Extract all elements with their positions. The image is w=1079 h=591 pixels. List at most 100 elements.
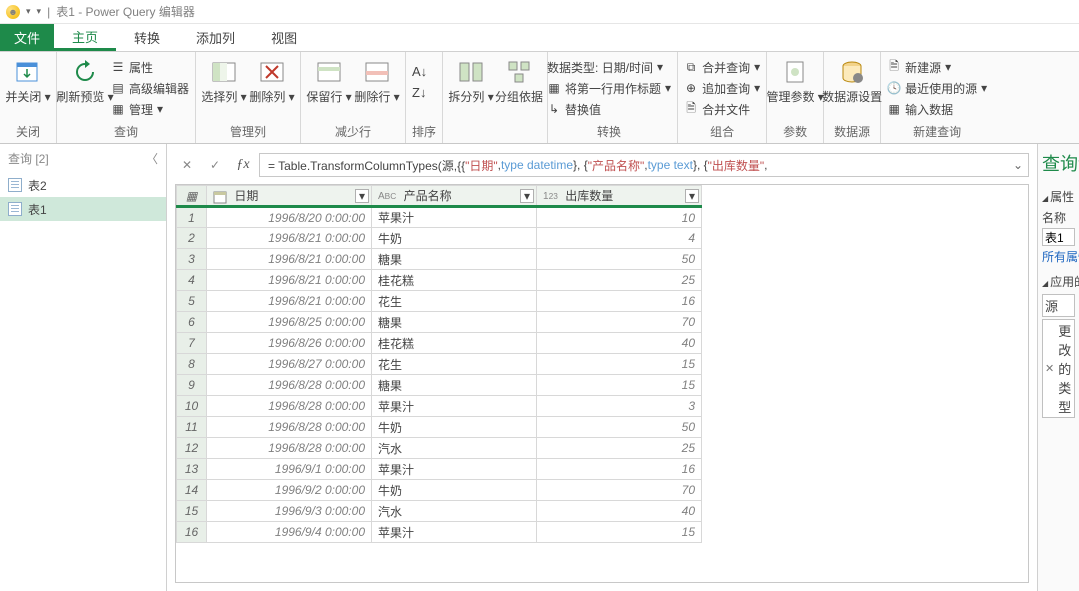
cell-product[interactable]: 苹果汁	[372, 459, 537, 480]
cell-product[interactable]: 牛奶	[372, 480, 537, 501]
keep-rows-button[interactable]: 保留行 ▾	[307, 56, 351, 104]
formula-input[interactable]: = Table.TransformColumnTypes(源,{{"日期", t…	[259, 153, 1029, 177]
filter-icon[interactable]: ▾	[355, 189, 369, 203]
append-queries-button[interactable]: ⊕追加查询 ▾	[684, 79, 760, 97]
corner-cell[interactable]: ▦	[177, 186, 207, 207]
table-row[interactable]: 131996/9/1 0:00:00苹果汁16	[177, 459, 702, 480]
row-header[interactable]: 7	[177, 333, 207, 354]
cell-date[interactable]: 1996/8/21 0:00:00	[207, 228, 372, 249]
advanced-editor-button[interactable]: ▤高级编辑器	[111, 79, 189, 97]
cell-product[interactable]: 牛奶	[372, 228, 537, 249]
queries-collapse-icon[interactable]: 〈	[146, 150, 158, 167]
cell-date[interactable]: 1996/8/28 0:00:00	[207, 438, 372, 459]
row-header[interactable]: 6	[177, 312, 207, 333]
cell-qty[interactable]: 25	[537, 270, 702, 291]
sort-desc-button[interactable]: Z↓	[412, 83, 427, 101]
tab-home[interactable]: 主页	[54, 24, 116, 51]
cell-qty[interactable]: 70	[537, 312, 702, 333]
cell-date[interactable]: 1996/8/28 0:00:00	[207, 417, 372, 438]
cell-qty[interactable]: 16	[537, 459, 702, 480]
tab-transform[interactable]: 转换	[116, 24, 178, 51]
cell-qty[interactable]: 50	[537, 417, 702, 438]
delete-step-icon[interactable]: ✕	[1045, 362, 1054, 375]
table-row[interactable]: 151996/9/3 0:00:00汽水40	[177, 501, 702, 522]
cell-product[interactable]: 牛奶	[372, 417, 537, 438]
tab-file[interactable]: 文件	[0, 24, 54, 51]
data-grid[interactable]: ▦ 日期 ▾ ABC 产品名称 ▾ 123	[175, 184, 1029, 583]
remove-rows-button[interactable]: 删除行 ▾	[355, 56, 399, 104]
table-row[interactable]: 31996/8/21 0:00:00糖果50	[177, 249, 702, 270]
all-properties-link[interactable]: 所有属性	[1042, 246, 1075, 267]
cell-qty[interactable]: 16	[537, 291, 702, 312]
table-row[interactable]: 61996/8/25 0:00:00糖果70	[177, 312, 702, 333]
formula-expand-icon[interactable]: ⌄	[1010, 156, 1026, 174]
column-header-date[interactable]: 日期 ▾	[207, 186, 372, 207]
tab-addcolumn[interactable]: 添加列	[178, 24, 253, 51]
cell-date[interactable]: 1996/9/1 0:00:00	[207, 459, 372, 480]
section-properties[interactable]: 属性	[1042, 182, 1075, 207]
cell-date[interactable]: 1996/8/21 0:00:00	[207, 291, 372, 312]
cell-product[interactable]: 桂花糕	[372, 333, 537, 354]
row-header[interactable]: 10	[177, 396, 207, 417]
formula-cancel-button[interactable]: ✕	[175, 153, 199, 177]
combine-files-button[interactable]: 🗎合并文件	[684, 100, 760, 118]
query-item-0[interactable]: 表2	[0, 173, 166, 197]
row-header[interactable]: 16	[177, 522, 207, 543]
row-header[interactable]: 1	[177, 207, 207, 228]
cell-product[interactable]: 花生	[372, 291, 537, 312]
query-item-1[interactable]: 表1	[0, 197, 166, 221]
cell-product[interactable]: 糖果	[372, 312, 537, 333]
formula-commit-button[interactable]: ✓	[203, 153, 227, 177]
cell-date[interactable]: 1996/9/4 0:00:00	[207, 522, 372, 543]
row-header[interactable]: 5	[177, 291, 207, 312]
table-row[interactable]: 21996/8/21 0:00:00牛奶4	[177, 228, 702, 249]
manage-params-button[interactable]: 管理参数 ▾	[773, 56, 817, 104]
cell-qty[interactable]: 40	[537, 333, 702, 354]
filter-icon[interactable]: ▾	[685, 189, 699, 203]
properties-button[interactable]: ☰属性	[111, 58, 189, 76]
cell-product[interactable]: 桂花糕	[372, 270, 537, 291]
step-source[interactable]: 源	[1042, 294, 1075, 317]
table-row[interactable]: 51996/8/21 0:00:00花生16	[177, 291, 702, 312]
section-steps[interactable]: 应用的步骤	[1042, 267, 1075, 292]
qa-overflow-icon[interactable]: ▾	[37, 6, 42, 17]
manage-button[interactable]: ▦管理 ▾	[111, 100, 189, 118]
cell-product[interactable]: 苹果汁	[372, 396, 537, 417]
row-header[interactable]: 11	[177, 417, 207, 438]
cell-qty[interactable]: 4	[537, 228, 702, 249]
cell-date[interactable]: 1996/8/25 0:00:00	[207, 312, 372, 333]
groupby-button[interactable]: 分组依据	[497, 56, 541, 104]
merge-queries-button[interactable]: ⧉合并查询 ▾	[684, 58, 760, 76]
cell-product[interactable]: 苹果汁	[372, 522, 537, 543]
recent-source-button[interactable]: 🕓最近使用的源 ▾	[887, 79, 987, 97]
row-header[interactable]: 4	[177, 270, 207, 291]
cell-qty[interactable]: 70	[537, 480, 702, 501]
row-header[interactable]: 2	[177, 228, 207, 249]
cell-product[interactable]: 汽水	[372, 501, 537, 522]
column-header-qty[interactable]: 123 出库数量 ▾	[537, 186, 702, 207]
cell-date[interactable]: 1996/8/26 0:00:00	[207, 333, 372, 354]
formula-fx-button[interactable]: ƒx	[231, 153, 255, 177]
cell-qty[interactable]: 3	[537, 396, 702, 417]
number-type-icon[interactable]: 123	[543, 191, 558, 202]
cell-date[interactable]: 1996/8/28 0:00:00	[207, 396, 372, 417]
split-column-button[interactable]: 拆分列 ▾	[449, 56, 493, 104]
sort-asc-button[interactable]: A↓	[412, 62, 427, 80]
row-header[interactable]: 13	[177, 459, 207, 480]
row-header[interactable]: 3	[177, 249, 207, 270]
cell-qty[interactable]: 50	[537, 249, 702, 270]
cell-date[interactable]: 1996/8/21 0:00:00	[207, 249, 372, 270]
row-header[interactable]: 9	[177, 375, 207, 396]
qa-dropdown-icon[interactable]: ▾	[26, 6, 31, 17]
cell-date[interactable]: 1996/8/28 0:00:00	[207, 375, 372, 396]
refresh-preview-button[interactable]: 刷新预览 ▾	[63, 56, 107, 104]
cell-qty[interactable]: 15	[537, 522, 702, 543]
cell-date[interactable]: 1996/8/21 0:00:00	[207, 270, 372, 291]
cell-qty[interactable]: 15	[537, 375, 702, 396]
step-changed-type[interactable]: ✕更改的类型	[1042, 319, 1075, 418]
close-load-button[interactable]: 并关闭 ▾	[6, 56, 50, 104]
cell-qty[interactable]: 40	[537, 501, 702, 522]
table-row[interactable]: 101996/8/28 0:00:00苹果汁3	[177, 396, 702, 417]
cell-qty[interactable]: 10	[537, 207, 702, 228]
row-header[interactable]: 12	[177, 438, 207, 459]
